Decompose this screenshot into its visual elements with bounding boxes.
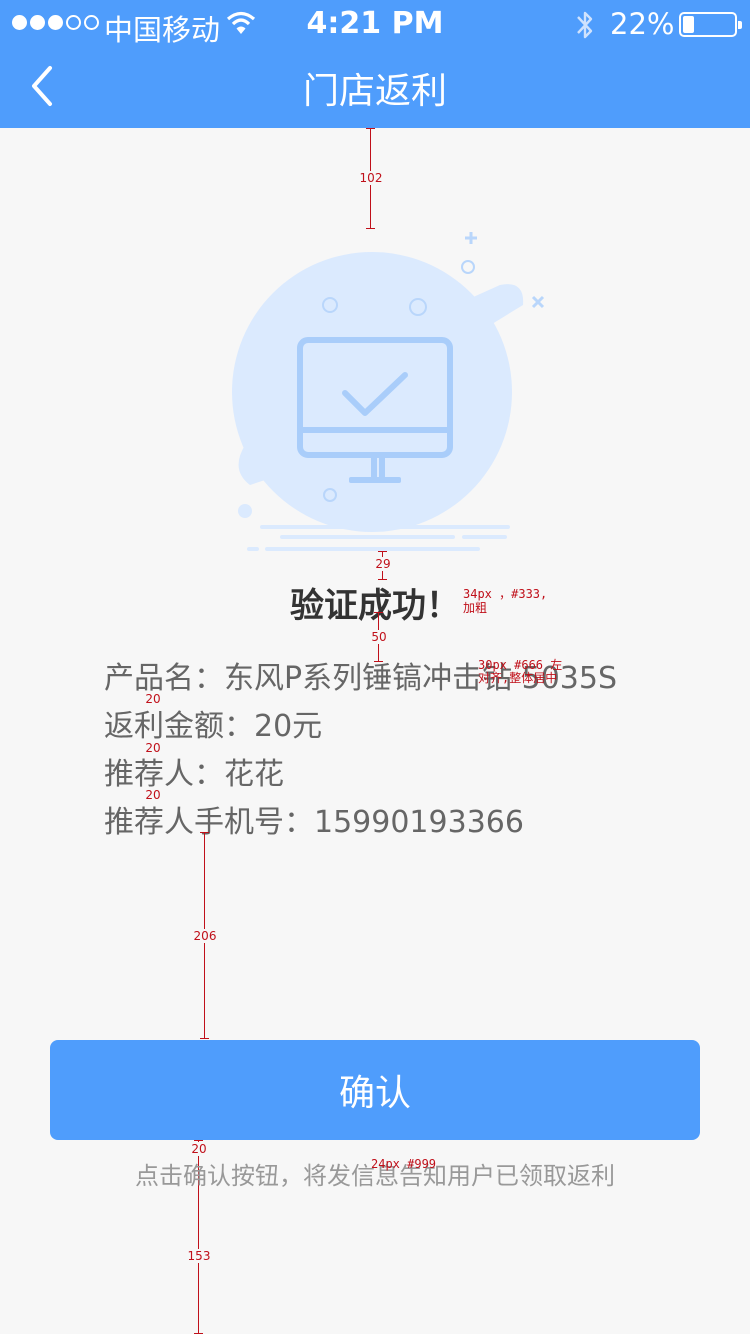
spec-gap-button: 206: [193, 929, 217, 943]
spec-note-info: 30px #666 左对齐,整体居中: [478, 658, 563, 685]
spec-line-gap-3: 20: [145, 788, 161, 802]
spec-line-gap-2: 20: [145, 741, 161, 755]
top-bar: 中国移动 4:21 PM 22% 门店返利: [0, 0, 750, 128]
battery-icon: [679, 12, 742, 37]
spec-gap-top: 102: [359, 171, 383, 185]
spec-line-gap-1: 20: [145, 692, 161, 706]
monitor-check-illustration: [232, 232, 545, 551]
spec-gap-info: 50: [371, 630, 387, 644]
referrer-name: 推荐人：花花: [104, 757, 284, 792]
rebate-amount: 返利金额：20元: [104, 709, 323, 744]
page-title: 门店返利: [302, 71, 447, 112]
confirm-button[interactable]: 确认: [50, 1040, 700, 1140]
spec-note-hint: 24px #999: [371, 1157, 437, 1171]
spec-gap-hint: 20: [191, 1142, 207, 1156]
referrer-phone: 推荐人手机号：15990193366: [104, 805, 524, 840]
bluetooth-icon: [577, 11, 593, 39]
battery-percentage: 22%: [610, 7, 675, 41]
spec-gap-bottom: 153: [187, 1249, 211, 1263]
battery-level: [683, 16, 694, 33]
success-title: 验证成功！: [290, 586, 460, 626]
spec-gap-title: 29: [375, 557, 391, 571]
spec-note-title: 34px ，#333,加粗: [463, 587, 548, 615]
status-bar: 中国移动 4:21 PM 22%: [0, 0, 750, 48]
